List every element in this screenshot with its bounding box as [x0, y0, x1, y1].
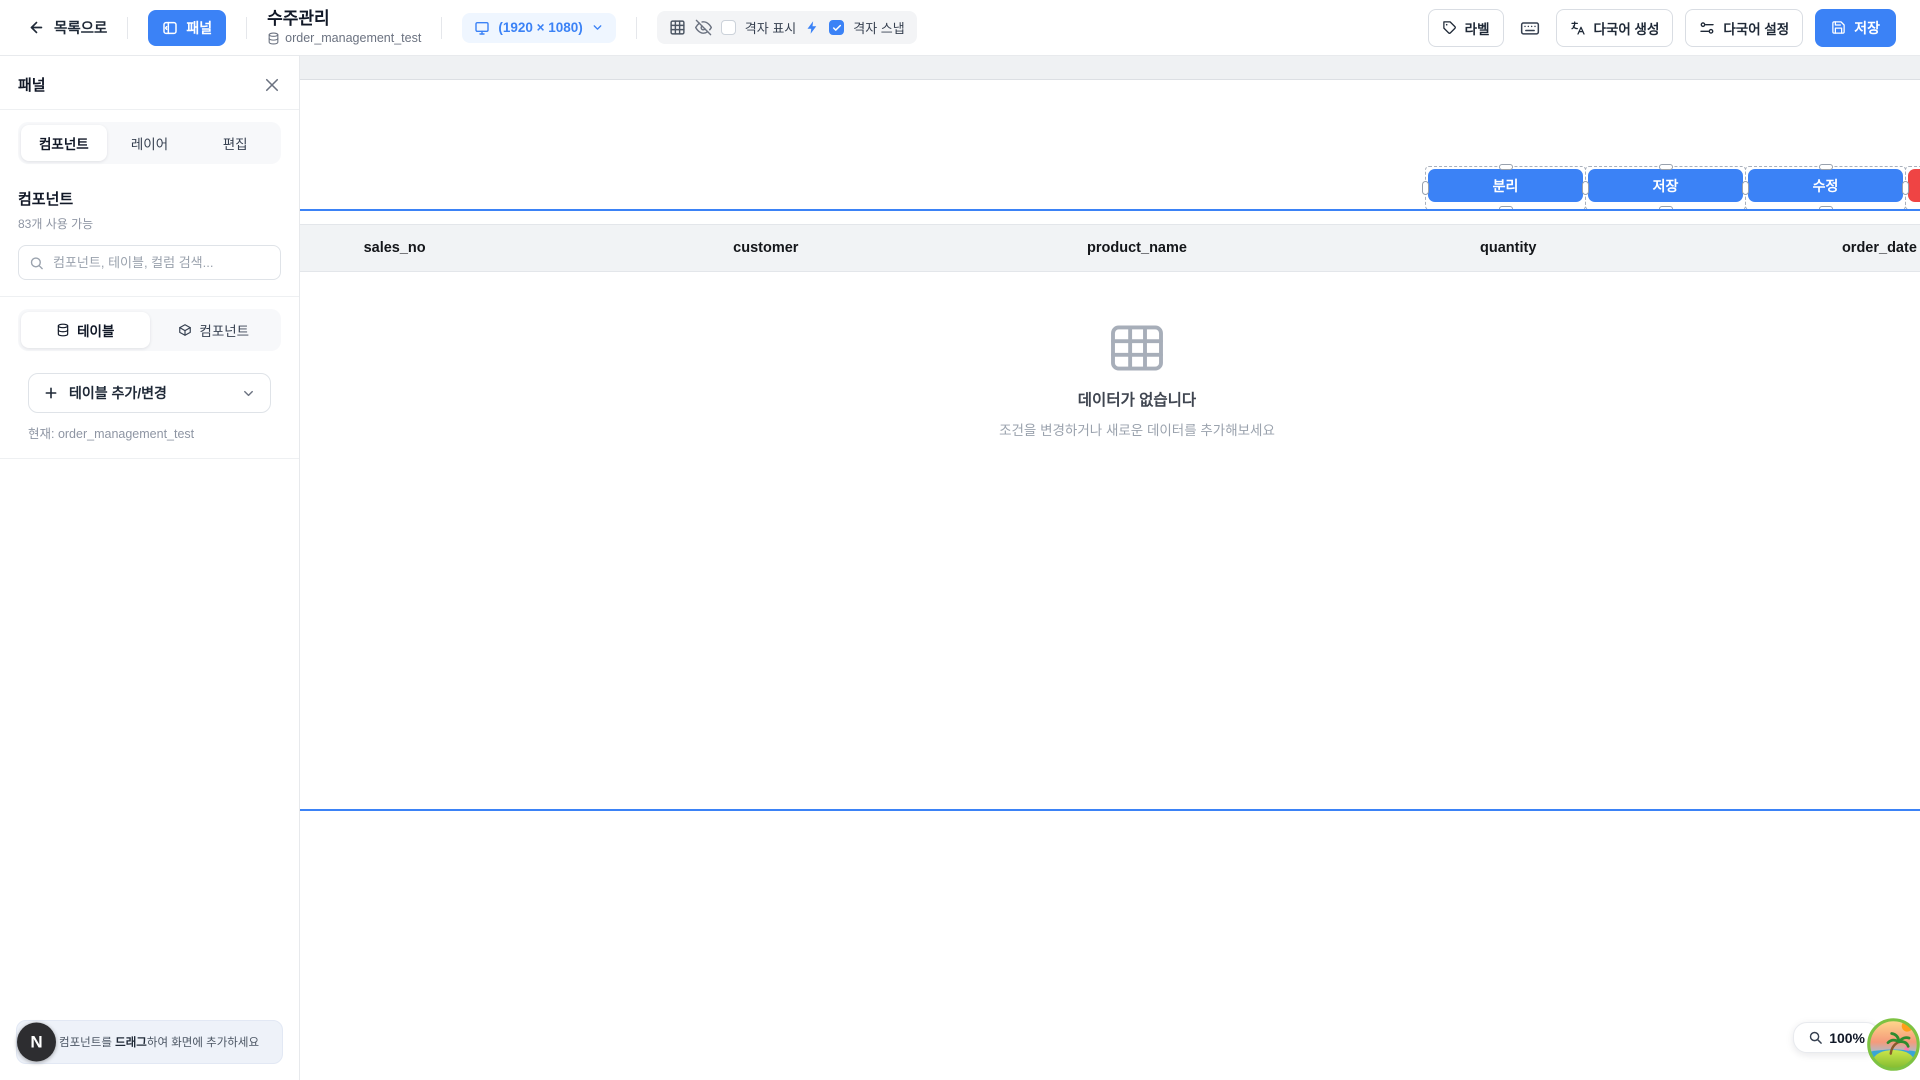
page-title-block: 수주관리 order_management_test: [267, 10, 421, 46]
selected-component[interactable]: [1908, 169, 1920, 207]
plus-icon: [43, 385, 59, 401]
divider: [127, 17, 128, 39]
screen-size-dropdown[interactable]: (1920 × 1080): [462, 13, 615, 43]
tag-icon: [1442, 20, 1457, 35]
panel-toggle-button[interactable]: 패널: [148, 10, 226, 46]
divider: [246, 17, 247, 39]
table-padding: [209, 211, 1920, 224]
resize-handle[interactable]: [1499, 164, 1513, 170]
search-icon: [29, 255, 44, 270]
resize-handle[interactable]: [1422, 181, 1429, 195]
empty-state-title: 데이터가 없습니다: [1078, 388, 1196, 410]
screen-size-value: (1920 × 1080): [498, 20, 582, 35]
database-icon: [267, 32, 280, 45]
component-search: [18, 245, 281, 280]
tab-edit[interactable]: 편집: [192, 125, 278, 161]
components-section-title: 컴포넌트: [18, 188, 281, 209]
selected-button-group: 분리 저장 수정: [1428, 169, 1920, 207]
i18n-generate-button[interactable]: 다국어 생성: [1556, 9, 1674, 47]
panel-header: 패널: [0, 56, 299, 110]
selected-component[interactable]: 분리: [1428, 169, 1583, 207]
keyboard-shortcuts-button[interactable]: [1516, 14, 1544, 42]
eye-off-icon: [695, 19, 712, 36]
divider: [0, 296, 299, 297]
column-header-customer[interactable]: customer: [580, 225, 951, 271]
arrow-left-icon: [28, 19, 45, 36]
canvas-button-separate[interactable]: 분리: [1428, 169, 1583, 202]
table-subtitle: order_management_test: [267, 31, 421, 45]
panel-title: 패널: [18, 74, 46, 95]
empty-table-icon: [1109, 324, 1165, 372]
resize-handle[interactable]: [1902, 181, 1909, 195]
magnifier-icon: [1808, 1030, 1823, 1045]
package-icon: [178, 323, 192, 337]
toolbar-right-group: 라벨 다국어 생성 다국어 설정 저장: [1416, 9, 1896, 47]
monitor-icon: [474, 20, 490, 36]
grid-icon: [669, 19, 686, 36]
resize-handle[interactable]: [1742, 181, 1749, 195]
canvas-button-delete[interactable]: [1908, 169, 1920, 202]
tab-layers[interactable]: 레이어: [107, 125, 193, 161]
save-button[interactable]: 저장: [1815, 9, 1896, 47]
empty-state-subtitle: 조건을 변경하거나 새로운 데이터를 추가해보세요: [999, 419, 1275, 439]
lightning-icon: [805, 20, 820, 35]
translate-icon: [1570, 20, 1586, 36]
panel-left-icon: [162, 20, 178, 36]
table-empty-state: 데이터가 없습니다 조건을 변경하거나 새로운 데이터를 추가해보세요: [209, 272, 1920, 439]
i18n-settings-button[interactable]: 다국어 설정: [1685, 9, 1803, 47]
selected-component[interactable]: 저장: [1588, 169, 1743, 207]
top-toolbar: 목록으로 패널 수주관리 order_management_test (1920…: [0, 0, 1920, 56]
page-title: 수주관리: [267, 10, 421, 29]
left-panel: 패널 컴포넌트 레이어 편집 컴포넌트 83개 사용 가능 테이블 컴포: [0, 56, 300, 1080]
divider: [0, 458, 299, 459]
drag-tip: N 컴포넌트를 드래그하여 화면에 추가하세요: [16, 1020, 283, 1064]
add-table-dropdown[interactable]: 테이블 추가/변경: [28, 373, 271, 413]
grid-settings-group: 격자 표시 격자 스냅: [657, 11, 917, 44]
grid-snap-checkbox[interactable]: [829, 20, 844, 35]
current-table-label: 현재: order_management_test: [28, 423, 271, 442]
keyboard-icon: [1520, 18, 1540, 38]
label-button[interactable]: 라벨: [1428, 9, 1504, 47]
zoom-level: 100%: [1829, 1030, 1865, 1046]
save-icon: [1831, 20, 1846, 35]
table-subtitle-text: order_management_test: [285, 31, 421, 45]
panel-subtabs: 테이블 컴포넌트: [18, 309, 281, 351]
panel-tabs: 컴포넌트 레이어 편집: [18, 122, 281, 164]
selected-component[interactable]: 수정: [1748, 169, 1903, 207]
subtab-tables[interactable]: 테이블: [21, 312, 150, 348]
island-sticker: [1866, 1017, 1920, 1072]
column-header-quantity[interactable]: quantity: [1323, 225, 1694, 271]
database-icon: [56, 323, 70, 337]
canvas-button-save[interactable]: 저장: [1588, 169, 1743, 202]
settings-sliders-icon: [1699, 20, 1715, 36]
drag-tip-text: 컴포넌트를 드래그하여 화면에 추가하세요: [16, 1020, 283, 1064]
grid-snap-label: 격자 스냅: [853, 18, 904, 37]
table-component-selected[interactable]: sales_no customer product_name quantity …: [207, 209, 1920, 811]
table-header-row: sales_no customer product_name quantity …: [209, 224, 1920, 272]
chevron-down-icon: [241, 386, 256, 401]
back-to-list-label: 목록으로: [54, 17, 107, 38]
tab-components[interactable]: 컴포넌트: [21, 125, 107, 161]
close-icon[interactable]: [263, 76, 281, 94]
grid-show-label: 격자 표시: [745, 18, 796, 37]
n-avatar-badge: N: [17, 1023, 56, 1062]
resize-handle[interactable]: [1819, 164, 1833, 170]
divider: [636, 17, 637, 39]
back-to-list-button[interactable]: 목록으로: [28, 17, 107, 38]
components-section-header: 컴포넌트 83개 사용 가능: [18, 188, 281, 232]
grid-show-checkbox[interactable]: [721, 20, 736, 35]
canvas-button-edit[interactable]: 수정: [1748, 169, 1903, 202]
column-header-order-date[interactable]: order_date: [1694, 225, 1920, 271]
subtab-components[interactable]: 컴포넌트: [150, 312, 279, 348]
chevron-down-icon: [591, 21, 604, 34]
column-header-product-name[interactable]: product_name: [951, 225, 1322, 271]
search-input[interactable]: [18, 245, 281, 280]
resize-handle[interactable]: [1659, 164, 1673, 170]
divider: [441, 17, 442, 39]
resize-handle[interactable]: [1582, 181, 1589, 195]
components-available-count: 83개 사용 가능: [18, 215, 281, 232]
